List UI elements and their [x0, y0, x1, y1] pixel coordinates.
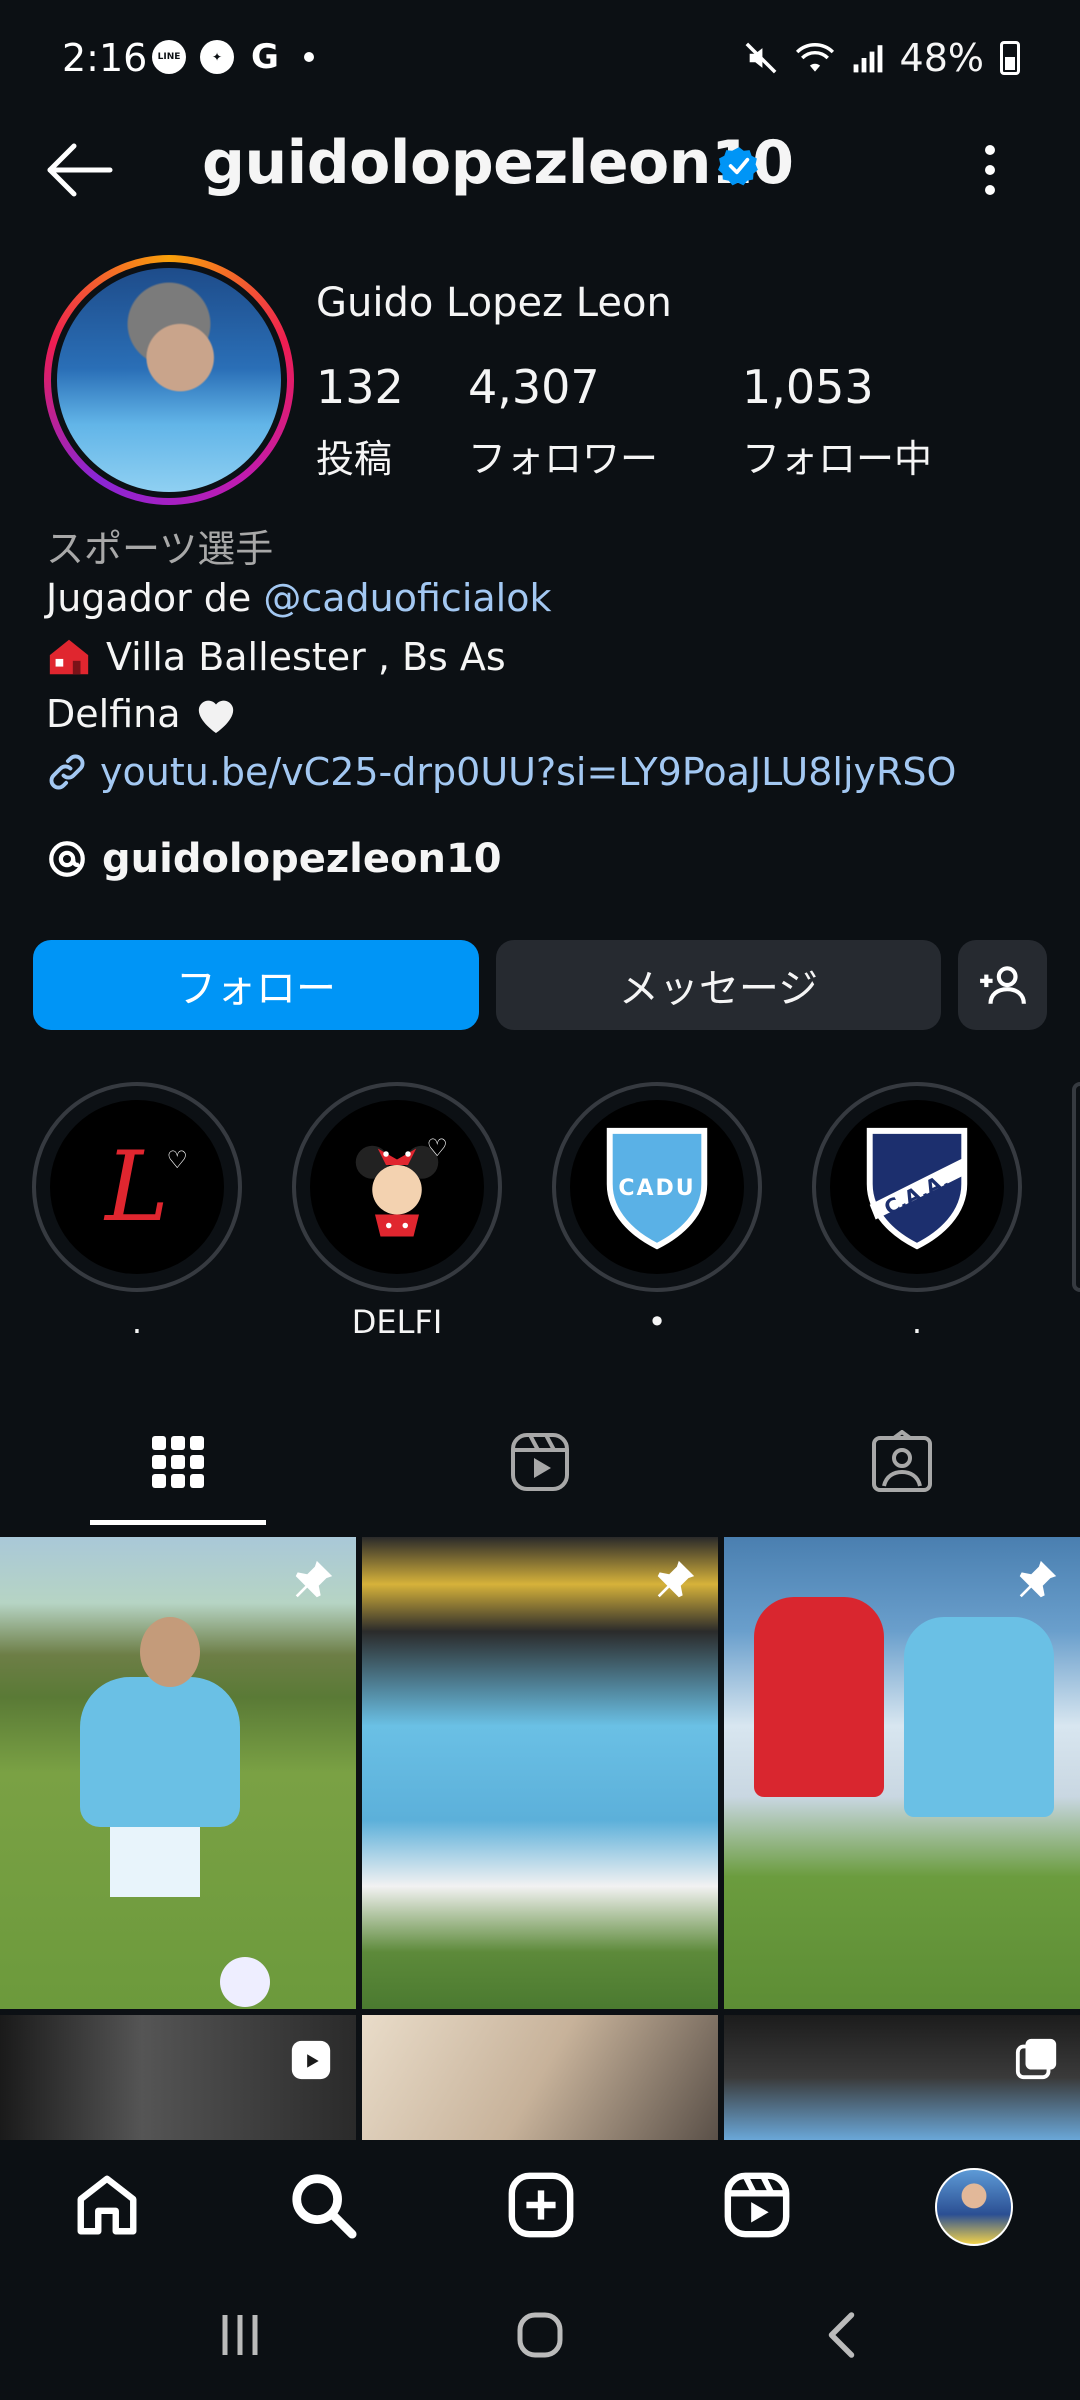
bio-location: Villa Ballester , Bs As: [106, 635, 506, 679]
posts-label: 投稿: [316, 437, 393, 481]
highlight-4-label: .: [911, 1303, 923, 1341]
recent-apps-icon[interactable]: [210, 2305, 270, 2365]
active-tab-indicator: [90, 1520, 266, 1525]
post-thumbnail-3[interactable]: [724, 1537, 1080, 2009]
post-thumbnail-2[interactable]: [362, 1537, 718, 2009]
bio-line-2: Villa Ballester , Bs As: [46, 634, 506, 680]
highlight-2-label: DELFI: [351, 1303, 443, 1341]
link-icon: [49, 754, 85, 790]
carousel-icon: [1015, 2038, 1057, 2080]
highlight-4[interactable]: C.A.A.: [812, 1082, 1022, 1292]
display-name: Guido Lopez Leon: [316, 280, 672, 326]
battery-icon: [1000, 41, 1020, 75]
threads-handle: guidolopezleon10: [102, 836, 502, 882]
search-icon[interactable]: [288, 2170, 358, 2240]
bio-link-row[interactable]: youtu.be/vC25-drp0UU?si=LY9PoaJLU8ljyRSO: [46, 750, 956, 794]
highlight-1-badge: L: [105, 1131, 169, 1243]
follow-button[interactable]: フォロー: [33, 940, 479, 1030]
bio-line-3: Delfina: [46, 692, 239, 736]
followers-label[interactable]: フォロワー: [468, 428, 658, 483]
highlight-3-badge: CADU: [618, 1176, 696, 1201]
bio-mention-link[interactable]: @caduoficialok: [263, 576, 551, 620]
home-button-icon[interactable]: [510, 2305, 570, 2365]
google-icon: G: [251, 37, 279, 77]
suggested-users-button[interactable]: [958, 940, 1047, 1030]
bio-line-1: Jugador de @caduoficialok: [46, 576, 551, 620]
posts-count: 132: [316, 360, 404, 414]
mute-icon: [745, 42, 776, 74]
post-thumbnail-4[interactable]: [0, 2015, 356, 2140]
reels-tab-icon[interactable]: [508, 1430, 572, 1494]
followers-count[interactable]: 4,307: [468, 360, 600, 414]
post-thumbnail-6[interactable]: [724, 2015, 1080, 2140]
highlight-2[interactable]: ♡: [292, 1082, 502, 1292]
highlight-5-partial[interactable]: [1072, 1082, 1080, 1292]
profile-username: guidolopezleon10: [202, 128, 794, 198]
system-back-icon[interactable]: [814, 2305, 874, 2365]
post-thumbnail-5[interactable]: [362, 2015, 718, 2140]
highlight-3-label: •: [647, 1303, 667, 1341]
home-icon[interactable]: [72, 2170, 142, 2240]
status-notification-icons: LINE ✦ G: [152, 37, 314, 77]
following-label[interactable]: フォロー中: [742, 428, 932, 483]
battery-percent: 48%: [899, 36, 984, 80]
grid-posts-tab-icon[interactable]: [146, 1430, 210, 1494]
profile-category: スポーツ選手: [46, 527, 274, 571]
bio-prefix: Jugador de: [46, 576, 264, 620]
following-count[interactable]: 1,053: [742, 360, 874, 414]
profile-avatar[interactable]: [44, 255, 294, 505]
white-heart-icon: [198, 700, 233, 734]
pinned-icon: [295, 1560, 333, 1598]
signal-icon: [853, 45, 882, 73]
message-button[interactable]: メッセージ: [496, 940, 941, 1030]
heart-outline-icon: ♡: [166, 1146, 188, 1174]
reels-nav-icon[interactable]: [722, 2170, 792, 2240]
status-right: 48%: [744, 36, 1020, 80]
bio-external-link[interactable]: youtu.be/vC25-drp0UU?si=LY9PoaJLU8ljyRSO: [100, 750, 956, 794]
more-options-icon[interactable]: [978, 140, 1002, 200]
threads-icon: [49, 841, 85, 877]
highlight-1-label: .: [131, 1303, 143, 1341]
wifi-icon: [795, 43, 834, 72]
verified-badge-icon: [718, 147, 758, 186]
bio-text: Delfina: [46, 692, 181, 736]
highlight-1[interactable]: L ♡: [32, 1082, 242, 1292]
house-icon: [49, 639, 89, 675]
avatar-photo: [57, 268, 281, 492]
highlight-3[interactable]: CADU: [552, 1082, 762, 1292]
heart-outline-icon: ♡: [426, 1134, 448, 1162]
messenger-icon: ✦: [200, 40, 234, 74]
add-user-icon: [979, 966, 1026, 1004]
status-time: 2:16: [62, 36, 148, 80]
create-post-icon[interactable]: [506, 2170, 576, 2240]
notification-dot-icon: [304, 52, 314, 62]
threads-badge[interactable]: guidolopezleon10: [46, 836, 502, 882]
tagged-tab-icon[interactable]: [870, 1430, 934, 1494]
pinned-icon: [1019, 1560, 1057, 1598]
reel-icon: [291, 2040, 331, 2080]
post-thumbnail-1[interactable]: [0, 1537, 356, 2009]
profile-nav-avatar[interactable]: [935, 2168, 1013, 2246]
pinned-icon: [657, 1560, 695, 1598]
line-app-icon: LINE: [152, 40, 186, 74]
back-arrow-icon[interactable]: [44, 140, 114, 200]
